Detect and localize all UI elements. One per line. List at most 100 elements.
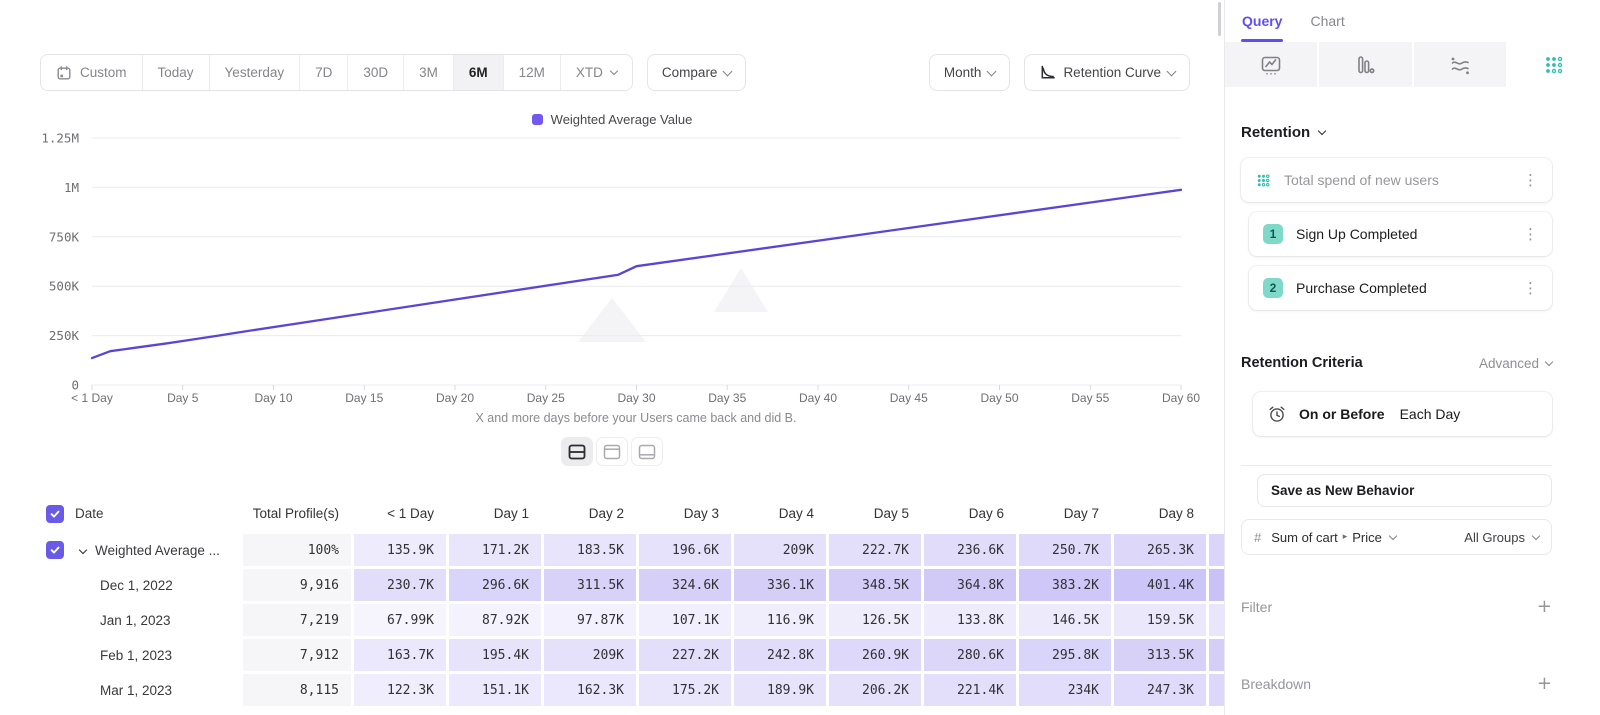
column-header: Day 5 [829,496,921,531]
column-header: Total Profile(s) [243,496,351,531]
x-axis-tick-label: Day 5 [167,391,199,405]
range-30d[interactable]: 30D [347,55,403,90]
range-7d[interactable]: 7D [299,55,347,90]
total-profiles-cell: 100% [243,534,351,566]
chart-style-button[interactable]: Retention Curve [1024,54,1190,91]
step-number-badge: 1 [1263,224,1283,244]
range-3m[interactable]: 3M [403,55,453,90]
range-label: Today [158,65,194,80]
x-axis-caption: X and more days before your Users came b… [476,411,797,425]
retention-value-cell: 171.2K [449,534,541,566]
retention-icon[interactable] [1508,42,1600,87]
table-row[interactable]: Jan 1, 20237,21967.99K87.92K97.87K107.1K… [0,604,1300,636]
measure-subproperty-label: Price [1352,530,1382,545]
add-filter-icon[interactable]: + [1537,596,1552,617]
range-custom[interactable]: Custom [41,55,142,90]
range-6m[interactable]: 6M [453,55,503,90]
table-row[interactable]: Mar 1, 20238,115122.3K151.1K162.3K175.2K… [0,674,1300,706]
x-axis-tick-label: Day 40 [799,391,837,405]
retention-value-cell: 97.87K [544,604,636,636]
advanced-dropdown[interactable]: Advanced [1479,356,1552,371]
criteria-condition: On or Before [1299,406,1385,422]
filter-label: Filter [1241,599,1272,615]
range-label: 12M [519,65,545,80]
kebab-menu-icon[interactable]: ⋮ [1523,225,1538,243]
panel-body: Retention Total spend of new users ⋮ 1 S… [1225,124,1600,694]
check-icon [49,508,61,520]
chart-view-icon [603,444,621,460]
x-axis-tick-label: Day 30 [617,391,655,405]
column-header: Day 7 [1019,496,1111,531]
filter-section[interactable]: Filter + [1241,596,1552,617]
step-card-1[interactable]: 1 Sign Up Completed ⋮ [1249,212,1552,256]
table-row[interactable]: Weighted Average ...100%135.9K171.2K183.… [0,534,1300,566]
retention-value-cell: 209K [734,534,826,566]
breakdown-section[interactable]: Breakdown + [1241,673,1552,694]
retention-value-cell: 107.1K [639,604,731,636]
chart-view-button[interactable] [596,437,628,466]
range-yesterday[interactable]: Yesterday [209,55,300,90]
scrollbar-thumb[interactable] [1218,2,1221,36]
compare-button[interactable]: Compare [647,54,747,91]
retention-value-cell: 230.7K [354,569,446,601]
step-label: Purchase Completed [1296,280,1427,296]
row-checkbox[interactable] [46,541,64,559]
range-label: Custom [80,65,127,80]
tab-query-label: Query [1242,13,1282,29]
column-header: Day 2 [544,496,636,531]
column-header: Day 6 [924,496,1016,531]
behavior-card[interactable]: Total spend of new users ⋮ [1241,158,1552,202]
chevron-down-icon [987,66,997,76]
criteria-card[interactable]: On or Before Each Day [1253,392,1552,436]
row-checkbox[interactable] [46,505,64,523]
retention-value-cell: 311.5K [544,569,636,601]
group-selector-label[interactable]: All Groups [1464,530,1525,545]
panel-tabs: Query Chart [1225,0,1600,42]
divider [1241,465,1552,466]
y-axis-tick-label: 1M [64,180,79,195]
insights-icon[interactable] [1225,42,1317,87]
row-date-cell: Jan 1, 2023 [0,604,240,636]
tab-chart[interactable]: Chart [1310,13,1344,42]
alarm-clock-icon [1267,404,1287,424]
retention-value-cell: 67.99K [354,604,446,636]
x-axis-tick-label: Day 25 [527,391,565,405]
step-card-2[interactable]: 2 Purchase Completed ⋮ [1249,266,1552,310]
chevron-down-icon [1532,531,1540,539]
add-breakdown-icon[interactable]: + [1537,673,1552,694]
kebab-menu-icon[interactable]: ⋮ [1523,171,1538,189]
chart-type-tabs [1225,42,1600,87]
arrow-right-icon: ▸ [1343,532,1348,542]
watermark-triangle [714,268,768,312]
retention-section-header[interactable]: Retention [1241,124,1552,141]
table-view-button[interactable] [631,437,663,466]
criteria-window: Each Day [1400,406,1461,422]
flow-icon[interactable] [1414,42,1506,87]
save-as-new-behavior-button[interactable]: Save as New Behavior [1257,474,1552,507]
y-axis-tick-label: 750K [49,229,80,244]
range-today[interactable]: Today [142,55,209,90]
granularity-button[interactable]: Month [929,54,1011,91]
split-view-button[interactable] [561,437,593,466]
total-profiles-cell: 8,115 [243,674,351,706]
step-number-badge: 2 [1263,278,1283,298]
tab-query[interactable]: Query [1242,13,1282,42]
table-row[interactable]: Dec 1, 20229,916230.7K296.6K311.5K324.6K… [0,569,1300,601]
chevron-down-icon[interactable] [79,546,87,554]
range-xtd[interactable]: XTD [560,55,632,90]
retention-value-cell: 313.5K [1114,639,1206,671]
retention-value-cell: 250.7K [1019,534,1111,566]
retention-line-chart[interactable]: 1.25M1M750K500K250K0< 1 DayDay 5Day 10Da… [0,130,1224,430]
kebab-menu-icon[interactable]: ⋮ [1523,279,1538,297]
query-panel: Query Chart [1224,0,1600,715]
row-date-cell: Mar 1, 2023 [0,674,240,706]
measure-property-row[interactable]: # Sum of cart ▸ Price All Groups [1241,519,1552,555]
date-range-selector: Custom Today Yesterday7D30D3M6M 12M XTD [40,54,633,91]
range-12m[interactable]: 12M [503,55,560,90]
table-row[interactable]: Feb 1, 20237,912163.7K195.4K209K227.2K24… [0,639,1300,671]
chevron-down-icon [723,66,733,76]
retention-value-cell: 295.8K [1019,639,1111,671]
funnel-icon[interactable] [1319,42,1411,87]
chart-legend[interactable]: Weighted Average Value [0,112,1224,127]
x-axis-tick-label: Day 10 [254,391,292,405]
